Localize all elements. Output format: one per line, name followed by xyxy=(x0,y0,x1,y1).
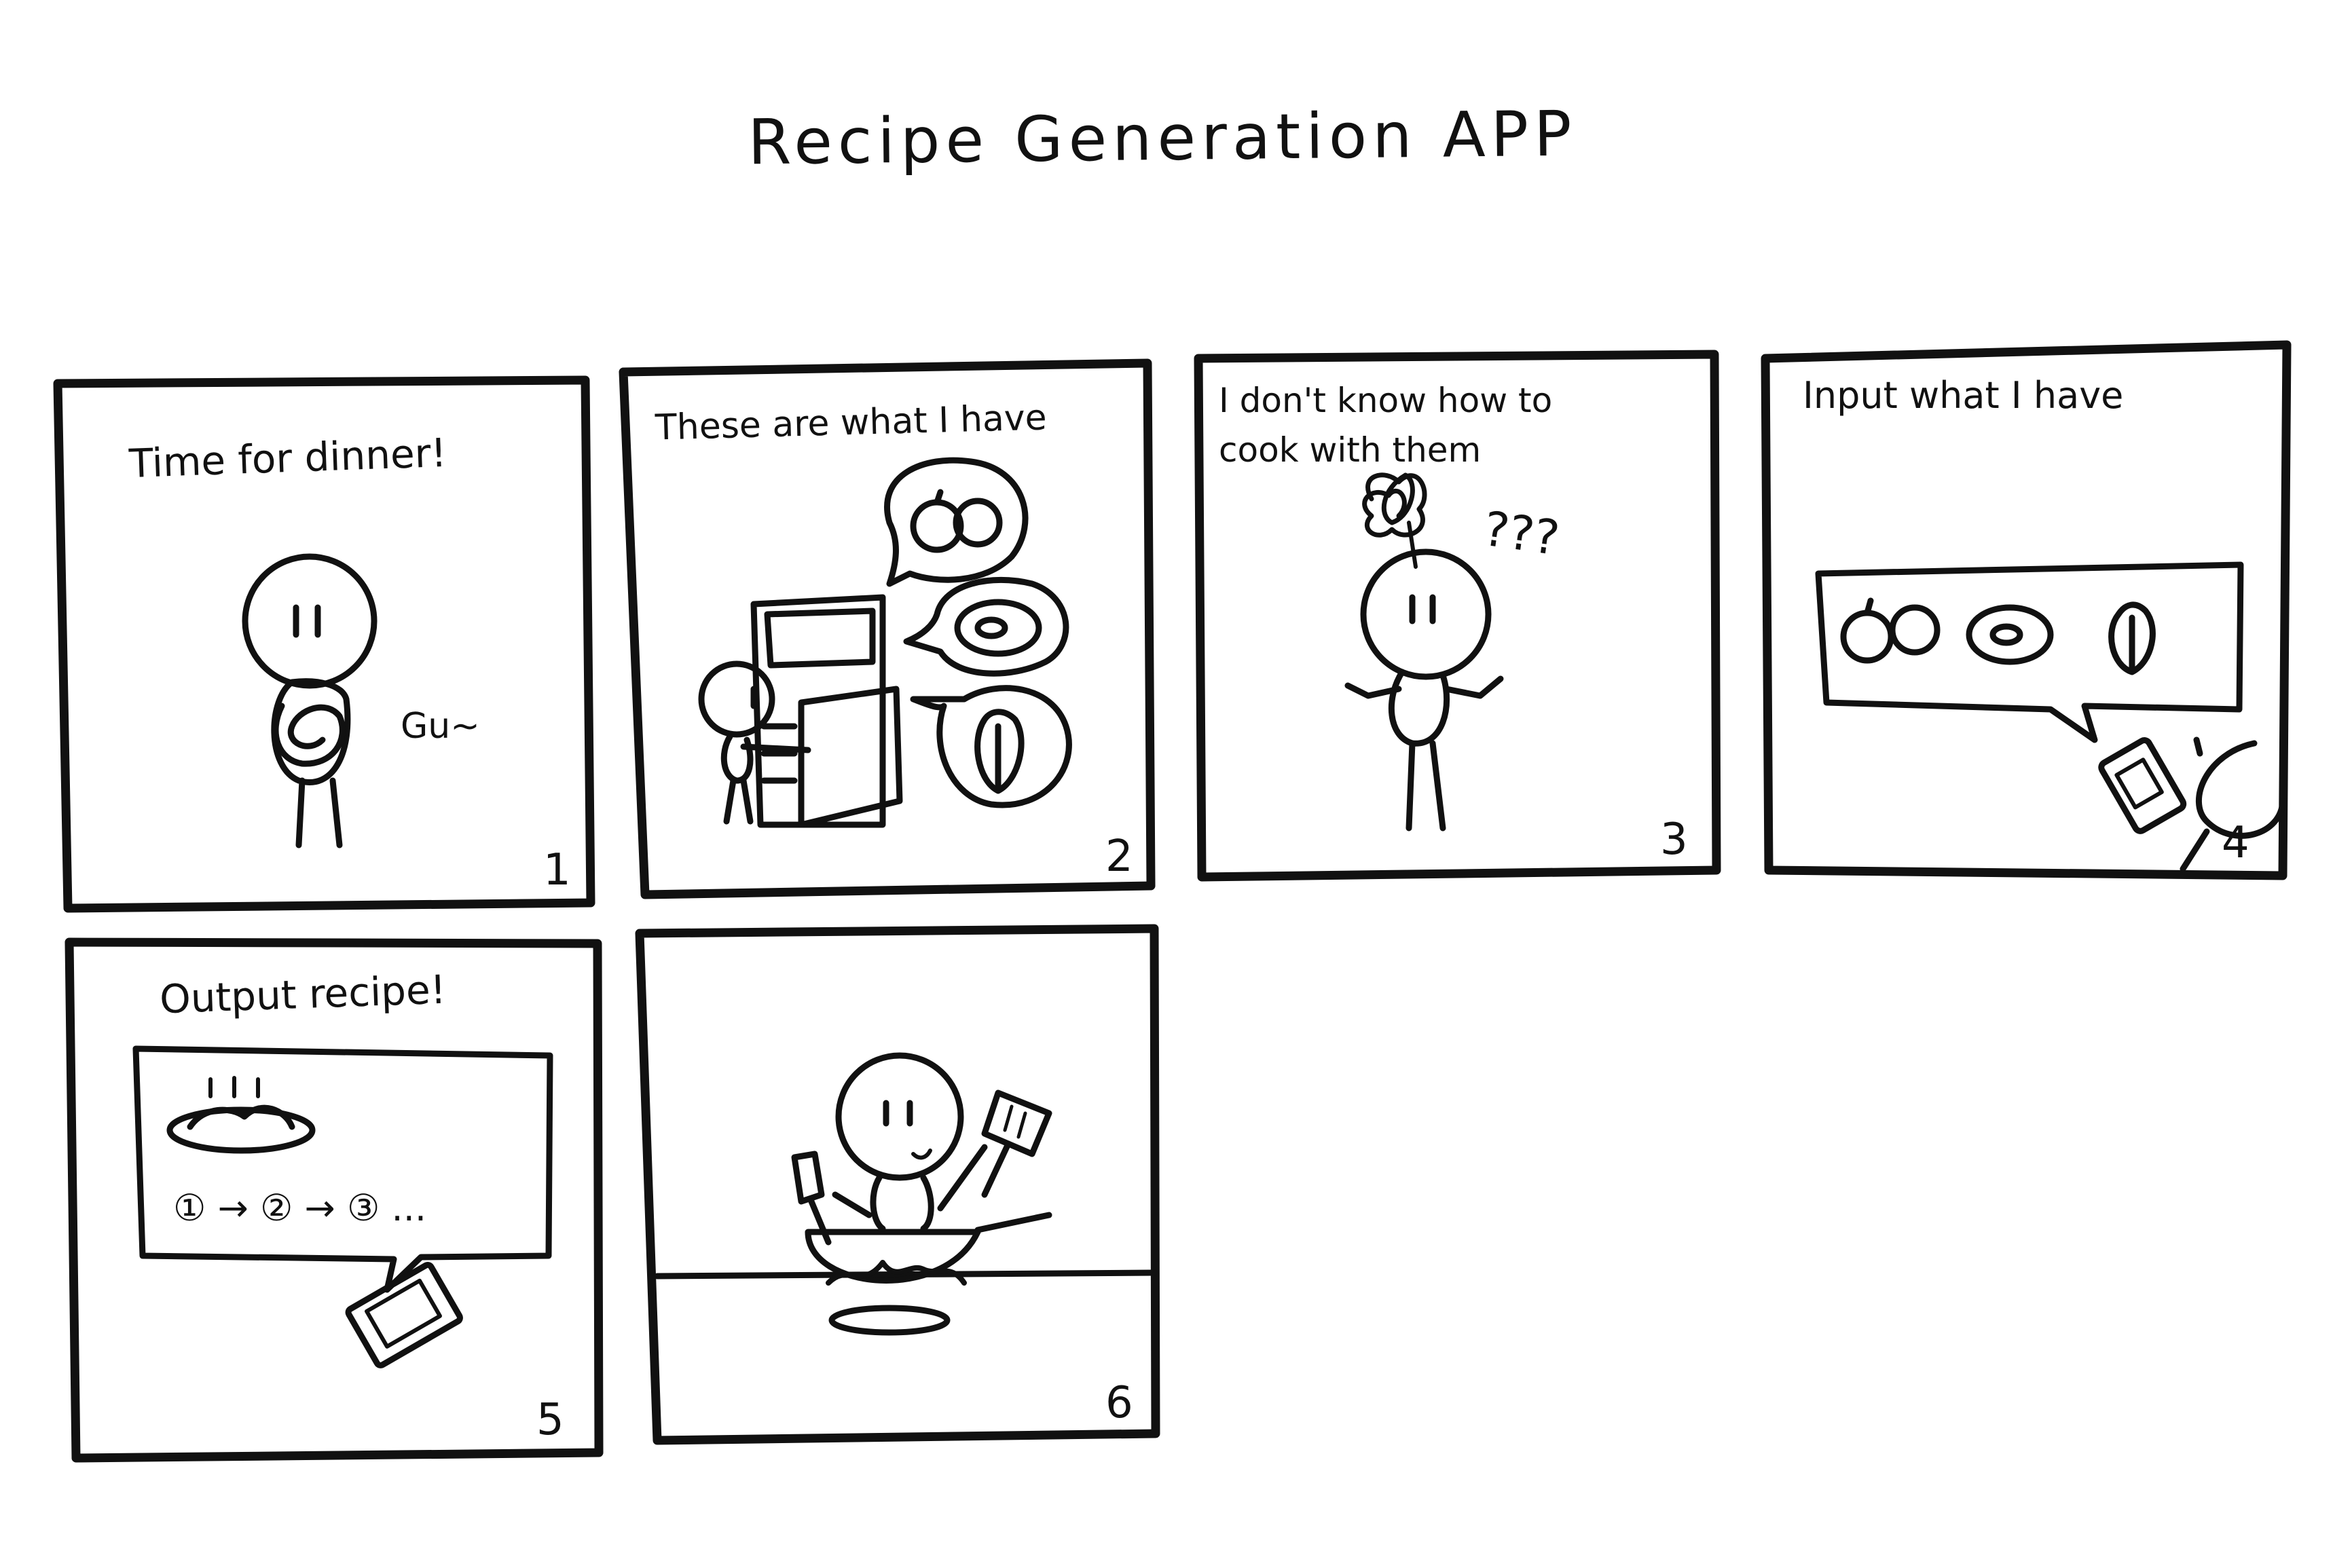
storyboard: Recipe Generation APP Time for dinner! G… xyxy=(0,0,2352,1568)
fire-icon xyxy=(826,1260,967,1336)
phone-icon xyxy=(345,1261,463,1368)
recipe-steps: ① → ② → ③ ... xyxy=(173,1187,427,1229)
panel-6-frame xyxy=(635,924,1160,1445)
panel-3-number: 3 xyxy=(1660,815,1688,865)
panel-3-caption-line2: cook with them xyxy=(1219,430,1482,470)
fridge xyxy=(750,594,903,828)
shrug-arm-right xyxy=(1443,675,1504,699)
dish-icon xyxy=(166,1076,316,1154)
panel-3-caption-line1: I don't know how to xyxy=(1219,381,1553,420)
speech-bubble-tomato xyxy=(884,457,1029,587)
spatula-icon xyxy=(981,1089,1052,1198)
input-speech-bubble xyxy=(1815,561,2244,743)
body xyxy=(271,678,351,785)
panel-2-number: 2 xyxy=(1105,832,1133,882)
phone-icon xyxy=(2098,737,2187,834)
speech-bubble-meat xyxy=(903,576,1069,677)
stick-figure-hungry xyxy=(242,553,378,848)
meat-icon xyxy=(1966,604,2054,665)
panel-6 xyxy=(635,924,1160,1445)
stick-figure-cooking xyxy=(832,1052,988,1232)
meat-icon xyxy=(954,599,1042,657)
panel-6-number: 6 xyxy=(1105,1378,1133,1428)
panel-1-number: 1 xyxy=(543,845,571,895)
panel-4-caption: Input what I have xyxy=(1803,374,2124,417)
tomato-icon xyxy=(1840,597,1941,664)
stick-figure-at-fridge xyxy=(698,660,811,825)
panel-4 xyxy=(1761,340,2292,880)
counter-line xyxy=(654,1269,1158,1280)
panel-3-sfx: ??? xyxy=(1480,500,1563,567)
speech-bubble-lettuce xyxy=(910,685,1072,808)
panel-4-number: 4 xyxy=(2222,818,2249,868)
lettuce-icon xyxy=(2108,601,2156,675)
panel-5-caption: Output recipe! xyxy=(158,966,447,1023)
head xyxy=(242,553,378,689)
panel-1-sfx: Gu~ xyxy=(401,706,480,747)
output-speech-bubble xyxy=(132,1045,553,1293)
storyboard-drawings xyxy=(53,340,2292,1463)
panel-5-number: 5 xyxy=(536,1395,564,1445)
arms-on-belly xyxy=(272,703,346,767)
stick-figure-confused xyxy=(1344,548,1504,832)
stick-figure-with-phone xyxy=(2098,736,2286,872)
